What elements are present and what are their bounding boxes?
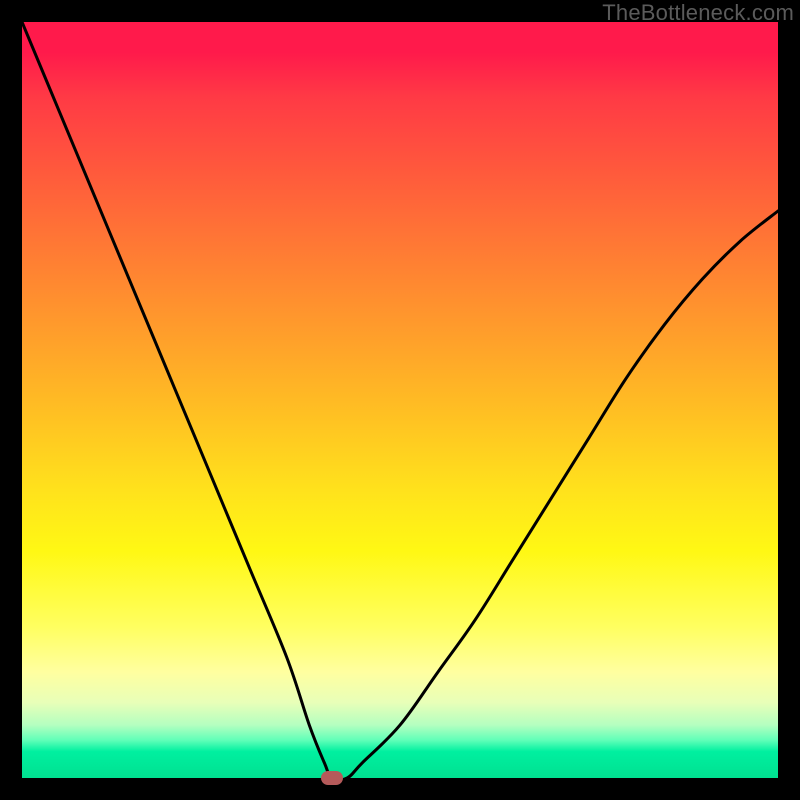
optimum-marker [321,771,343,785]
bottleneck-curve [22,22,778,778]
plot-area [22,22,778,778]
watermark-text: TheBottleneck.com [602,0,794,26]
chart-frame: TheBottleneck.com [0,0,800,800]
